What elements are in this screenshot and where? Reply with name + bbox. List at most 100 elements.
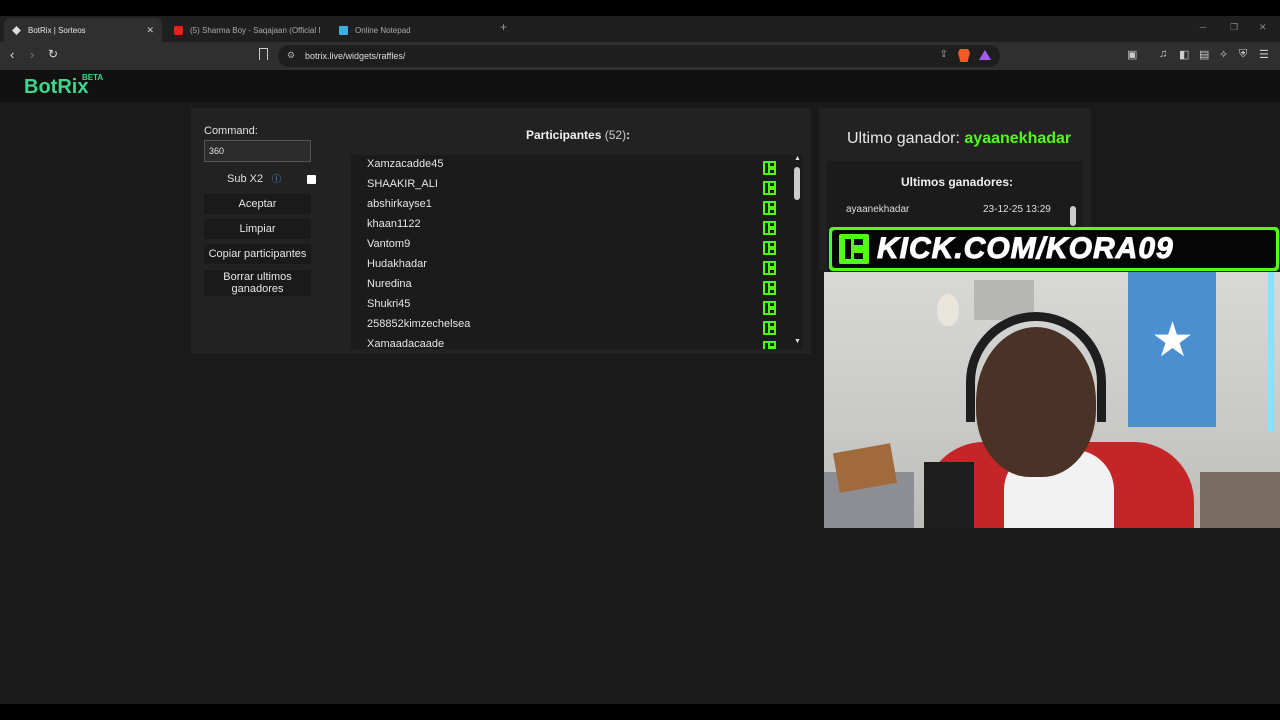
brave-rewards-icon[interactable] (979, 50, 991, 60)
participants-colon: : (626, 128, 631, 142)
list-item: khaan1122 (367, 218, 787, 238)
botrix-logo[interactable]: BotRix (24, 76, 88, 99)
youtube-favicon-icon (174, 25, 183, 35)
list-item: abshirkayse1 (367, 198, 787, 218)
bookmark-icon[interactable] (259, 48, 268, 60)
kick-icon (763, 261, 776, 275)
participant-name: Nuredina (367, 278, 412, 290)
participant-name: abshirkayse1 (367, 198, 432, 210)
light-strip (1268, 272, 1274, 432)
list-item: Xamaadacaade (367, 338, 787, 349)
sub-x2-label: Sub X2 (227, 173, 264, 185)
kick-icon (763, 281, 776, 295)
list-item: 258852kimzechelsea (367, 318, 787, 338)
share-icon[interactable]: ⇪ (940, 49, 948, 60)
participant-name: Xamzacadde45 (367, 158, 444, 170)
leo-ai-icon[interactable]: ✧ (1219, 48, 1228, 61)
minimize-icon[interactable]: ─ (1200, 22, 1206, 32)
tab-notepad[interactable]: Online Notepad (331, 18, 491, 42)
kick-icon (763, 161, 776, 175)
letterbox-bottom (0, 704, 1280, 720)
flag-star-icon: ★ (1151, 314, 1195, 367)
command-input[interactable]: 360 (204, 140, 311, 162)
list-item: Vantom9 (367, 238, 787, 258)
last-winner-label: Ultimo ganador: (847, 130, 960, 147)
back-icon[interactable]: ‹ (10, 47, 14, 62)
last-winner-name: ayaanekhadar (964, 130, 1072, 147)
copy-participants-button[interactable]: Copiar participantes (204, 244, 311, 264)
webcam-feed: ★ (824, 272, 1280, 528)
kick-icon (763, 221, 776, 235)
bedding (1200, 472, 1280, 528)
kick-logo-icon (839, 234, 869, 264)
headphones (966, 312, 1106, 422)
tab-title: Online Notepad (355, 25, 411, 35)
scroll-down-icon[interactable]: ▼ (794, 338, 801, 345)
sub-x2-checkbox[interactable] (307, 175, 316, 184)
list-item: SHAAKIR_ALI (367, 178, 787, 198)
participant-name: Shukri45 (367, 298, 411, 310)
reload-icon[interactable]: ↻ (48, 47, 58, 61)
screenshot-icon[interactable]: ▣ (1127, 48, 1137, 61)
accept-button[interactable]: Aceptar (204, 194, 311, 214)
kick-icon (763, 321, 776, 335)
vpn-icon[interactable]: ⛨ (1239, 48, 1247, 61)
banner-inner: KICK.COM/KORA09 (832, 230, 1276, 268)
recent-winners-title: Ultimos ganadores: (901, 175, 1014, 189)
browser-toolbar: ‹ › ↻ ⚙ botrix.live/widgets/raffles/ ⇪ ▣… (0, 42, 1280, 70)
participant-name: 258852kimzechelsea (367, 318, 471, 330)
kick-icon (763, 241, 776, 255)
wallet-icon[interactable]: ▤ (1199, 48, 1209, 61)
new-tab-icon[interactable]: + (500, 20, 507, 34)
participants-list[interactable]: Xamzacadde45 SHAAKIR_ALI abshirkayse1 kh… (351, 155, 803, 349)
raffle-panel: Command: 360 Sub X2 ⓘ Aceptar Limpiar Co… (191, 108, 811, 354)
participants-title: Participantes (52): (526, 128, 630, 142)
wall-mask (937, 294, 959, 326)
kick-icon (763, 301, 776, 315)
scroll-up-icon[interactable]: ▲ (794, 155, 801, 162)
notepad-favicon-icon (339, 25, 348, 35)
scrollbar-thumb[interactable] (1070, 206, 1076, 226)
last-winner-heading: Ultimo ganador: ayaanekhadar (847, 130, 1071, 148)
clear-button[interactable]: Limpiar (204, 219, 311, 239)
tab-botrix[interactable]: BotRix | Sorteos ✕ (4, 18, 162, 42)
participants-label: Participantes (526, 128, 602, 142)
kick-icon (763, 181, 776, 195)
winner-name: ayaanekhadar (846, 204, 910, 215)
kick-icon (763, 201, 776, 215)
banner-text: KICK.COM/KORA09 (877, 232, 1174, 266)
tab-title: (5) Sharma Boy - Saqajaan (Official M (190, 25, 320, 35)
botrix-favicon-icon (12, 25, 21, 35)
browser-tab-bar: BotRix | Sorteos ✕ (5) Sharma Boy - Saqa… (0, 16, 1280, 42)
forward-icon[interactable]: › (30, 47, 34, 62)
beta-badge: BETA (82, 73, 104, 82)
list-item: Xamzacadde45 (367, 158, 787, 178)
jacket-sleeve (924, 462, 974, 528)
url-text: botrix.live/widgets/raffles/ (305, 51, 406, 61)
kick-banner: KICK.COM/KORA09 (829, 227, 1279, 271)
participant-name: SHAAKIR_ALI (367, 178, 438, 190)
site-info-icon[interactable]: ⚙ (287, 50, 295, 61)
participant-name: Vantom9 (367, 238, 411, 250)
brave-shields-icon[interactable] (958, 49, 970, 62)
list-item: Hudakhadar (367, 258, 787, 278)
participants-count: (52) (604, 128, 627, 142)
participant-name: Xamaadacaade (367, 338, 445, 349)
media-icon[interactable]: ♫ (1159, 48, 1167, 60)
close-tab-icon[interactable]: ✕ (146, 25, 154, 36)
menu-icon[interactable]: ☰ (1259, 48, 1269, 61)
delete-winners-button[interactable]: Borrar ultimos ganadores (204, 270, 311, 296)
site-header: BotRix BETA (0, 70, 1280, 102)
winner-date: 23-12-25 13:29 (983, 204, 1051, 215)
address-bar[interactable]: ⚙ botrix.live/widgets/raffles/ ⇪ (278, 45, 1000, 67)
scrollbar-thumb[interactable] (794, 167, 800, 200)
kick-icon (763, 341, 776, 349)
sidebar-icon[interactable]: ◧ (1179, 48, 1189, 61)
tab-youtube[interactable]: (5) Sharma Boy - Saqajaan (Official M (166, 18, 326, 42)
participant-name: Hudakhadar (367, 258, 427, 270)
letterbox-top (0, 0, 1280, 16)
close-window-icon[interactable]: ✕ (1259, 22, 1267, 33)
info-icon[interactable]: ⓘ (272, 172, 281, 185)
maximize-icon[interactable]: ❐ (1230, 22, 1238, 33)
list-item: Nuredina (367, 278, 787, 298)
